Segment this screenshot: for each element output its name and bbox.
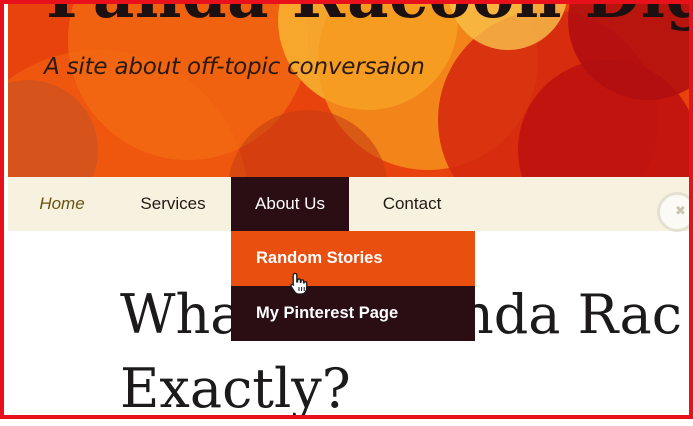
dropdown-item-pinterest-page[interactable]: My Pinterest Page xyxy=(231,286,475,341)
nav-item-services[interactable]: Services xyxy=(120,177,226,231)
page-heading-line-2: Exactly? xyxy=(120,357,351,420)
close-button[interactable]: ✖ xyxy=(657,192,693,232)
site-title[interactable]: Panda Racoon Dig xyxy=(46,0,693,33)
nav-item-contact[interactable]: Contact xyxy=(357,177,467,231)
nav-item-about-us[interactable]: About Us xyxy=(231,177,349,231)
dropdown-item-random-stories[interactable]: Random Stories xyxy=(231,231,475,286)
site-header: Panda Racoon Dig A site about off-topic … xyxy=(8,0,693,177)
hand-pointer-icon xyxy=(290,272,308,295)
about-us-dropdown: Random Stories My Pinterest Page xyxy=(231,231,475,341)
close-icon: ✖ xyxy=(675,204,686,219)
site-tagline: A site about off-topic conversaion xyxy=(44,54,425,80)
main-navigation: Home Services About Us Contact xyxy=(8,177,693,231)
nav-item-home[interactable]: Home xyxy=(24,177,100,231)
